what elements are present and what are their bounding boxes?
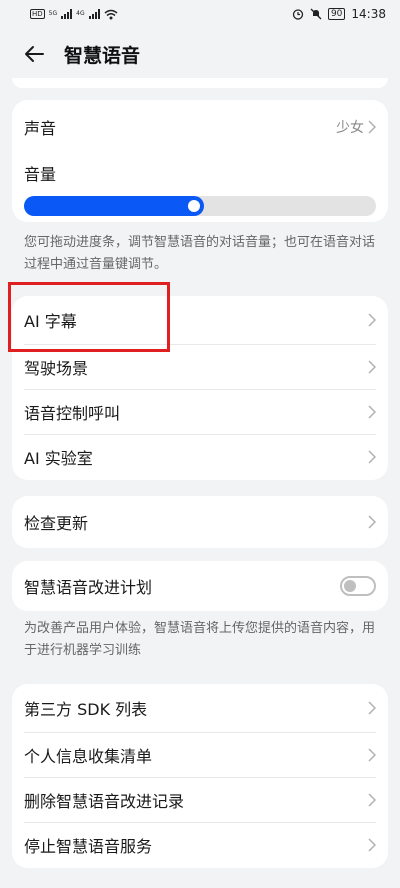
chevron-right-icon (368, 313, 376, 327)
list-item-delete-records[interactable]: 删除智慧语音改进记录 (12, 777, 388, 822)
wifi-icon (104, 9, 118, 19)
improve-card: 智慧语音改进计划 (12, 561, 388, 611)
page-title: 智慧语音 (64, 44, 141, 67)
list-item-ai-lab[interactable]: AI 实验室 (12, 434, 388, 479)
chevron-right-icon (368, 120, 376, 134)
chevron-right-icon (368, 747, 376, 762)
list-item-driving-scene[interactable]: 驾驶场景 (12, 344, 388, 389)
volume-slider-thumb[interactable] (187, 200, 200, 212)
feature-card: AI 字幕 驾驶场景 语音控制呼叫 AI 实验室 (12, 296, 388, 480)
toggle-knob (344, 580, 356, 592)
voice-value-group: 少女 (336, 117, 376, 137)
volume-slider-fill (24, 196, 204, 216)
title-bar: 智慧语音 (0, 32, 400, 76)
volume-label: 音量 (24, 165, 57, 184)
list-item-stop-service[interactable]: 停止智慧语音服务 (12, 822, 388, 867)
item-label: 驾驶场景 (24, 358, 89, 378)
item-label: 个人信息收集清单 (24, 746, 153, 766)
list-item-third-party-sdk[interactable]: 第三方 SDK 列表 (12, 684, 388, 732)
voice-value: 少女 (336, 120, 364, 136)
previous-card-edge (12, 78, 388, 88)
check-update-row[interactable]: 检查更新 (12, 496, 388, 548)
network-4g-label: 4G (76, 10, 85, 17)
item-label: 第三方 SDK 列表 (24, 700, 148, 719)
legal-card: 第三方 SDK 列表 个人信息收集清单 删除智慧语音改进记录 停止智慧语音服务 (12, 684, 388, 868)
improve-plan-toggle[interactable] (340, 576, 376, 596)
item-label: 删除智慧语音改进记录 (24, 791, 185, 811)
list-item-voice-call[interactable]: 语音控制呼叫 (12, 389, 388, 434)
improve-plan-row: 智慧语音改进计划 (12, 561, 388, 611)
chevron-right-icon (368, 701, 376, 715)
network-5g-label: 5G (48, 10, 58, 17)
improve-hint: 为改善产品用户体验，智慧语音将上传您提供的语音内容，用于进行机器学习训练 (24, 621, 376, 658)
list-item-personal-info[interactable]: 个人信息收集清单 (12, 732, 388, 777)
item-label: AI 字幕 (24, 312, 77, 331)
status-right: 90 14:38 (292, 7, 386, 21)
item-label: 停止智慧语音服务 (24, 836, 153, 856)
signal-icon-2 (88, 9, 100, 19)
volume-hint: 您可拖动进度条，调节智慧语音的对话音量；也可在语音对话过程中通过音量键调节。 (24, 235, 376, 272)
update-card: 检查更新 (12, 496, 388, 548)
item-label: 语音控制呼叫 (24, 403, 121, 423)
improve-plan-label: 智慧语音改进计划 (24, 578, 153, 597)
voice-label: 声音 (24, 119, 57, 138)
chevron-right-icon (368, 792, 376, 807)
back-arrow-icon (25, 46, 44, 62)
voice-card: 声音 少女 音量 (12, 100, 388, 222)
status-bar: HD 5G 4G 90 14:38 (0, 0, 400, 28)
item-label: AI 实验室 (24, 448, 93, 468)
chevron-right-icon (368, 404, 376, 419)
check-update-label: 检查更新 (24, 514, 89, 533)
volume-slider[interactable] (24, 196, 376, 216)
status-left: HD 5G 4G (30, 9, 118, 20)
chevron-right-icon (368, 837, 376, 852)
hd-badge-1: HD (30, 9, 45, 19)
signal-icon (61, 9, 73, 19)
clock: 14:38 (351, 7, 386, 21)
list-item-ai-subtitle[interactable]: AI 字幕 (12, 296, 388, 344)
chevron-right-icon (368, 359, 376, 374)
mute-icon (310, 8, 322, 20)
chevron-right-icon (368, 449, 376, 464)
voice-row[interactable]: 声音 少女 (12, 100, 388, 154)
chevron-right-icon (368, 515, 376, 529)
back-button[interactable] (10, 32, 58, 76)
alarm-icon (292, 9, 304, 20)
battery-icon: 90 (327, 8, 346, 20)
